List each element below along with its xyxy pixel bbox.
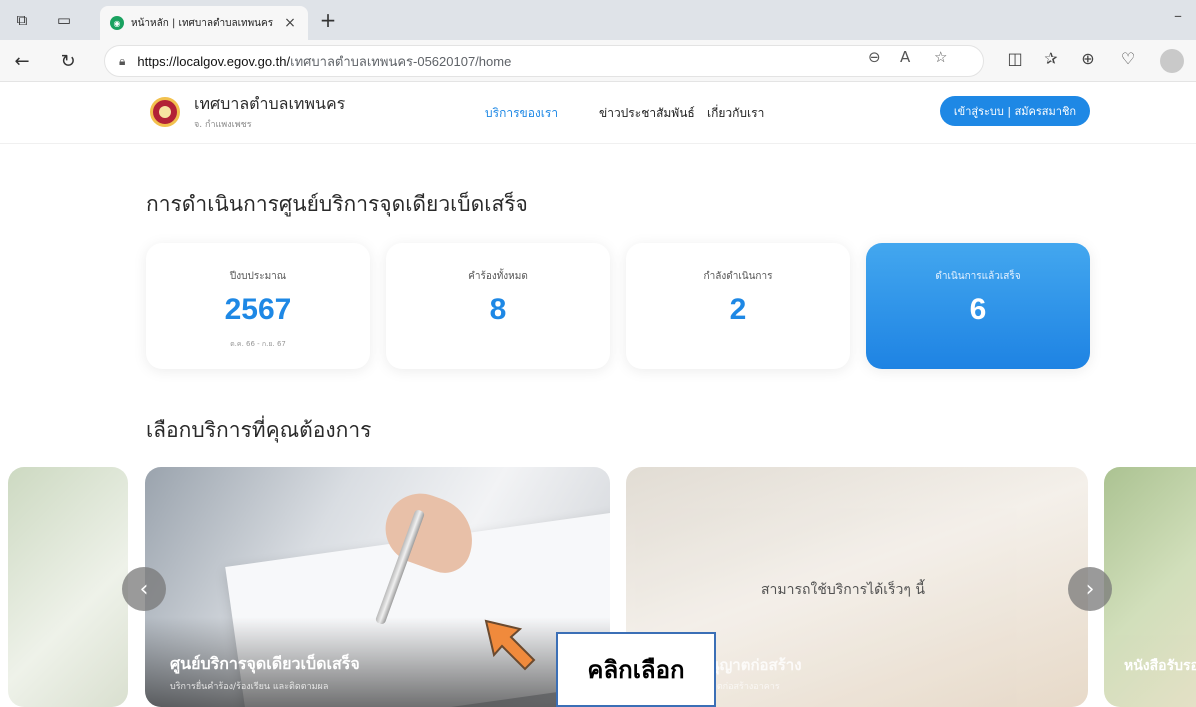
coming-soon-text: สามารถใช้บริการได้เร็วๆ นี้	[761, 582, 925, 598]
site-info-icon[interactable]: 🔒︎	[119, 54, 125, 69]
tab-actions-icon[interactable]: ▭	[52, 8, 76, 32]
carousel-next-button[interactable]: ›	[1068, 567, 1112, 611]
collections-icon[interactable]: ⊕	[1076, 49, 1100, 68]
browser-essentials-icon[interactable]: ♡	[1116, 49, 1140, 68]
stat-value: 6	[969, 293, 987, 326]
url-path: เทศบาลตำบลเทพนคร-05620107/home	[290, 53, 512, 69]
profile-avatar[interactable]	[1160, 49, 1184, 73]
site-header: เทศบาลตำบลเทพนคร จ. กำแพงเพชร บริการของเ…	[0, 82, 1196, 144]
site-province: จ. กำแพงเพชร	[194, 120, 252, 130]
browser-tab-bar: ⧉ ▭ ◉ หน้าหลัก | เทศบาลตำบลเทพนคร × + –	[0, 0, 1196, 40]
nav-about[interactable]: เกี่ยวกับเรา	[707, 104, 764, 123]
service-slide-one-stop[interactable]: ศูนย์บริการจุดเดียวเบ็ดเสร็จ บริการยื่นค…	[145, 467, 610, 707]
refresh-icon[interactable]: ↻	[56, 49, 80, 73]
stats-section-title: การดำเนินการศูนย์บริการจุดเดียวเบ็ดเสร็จ	[146, 192, 528, 216]
site-name[interactable]: เทศบาลตำบลเทพนคร	[194, 92, 345, 117]
back-icon[interactable]: ←	[10, 49, 34, 73]
slide-title: หนังสือรับรอง	[1124, 658, 1196, 674]
nav-services[interactable]: บริการของเรา	[485, 104, 558, 123]
browser-address-bar: ← ↻ 🔒︎ https://localgov.egov.go.th/เทศบา…	[0, 40, 1196, 82]
slide-subtitle: บริการยื่นคำร้อง/ร้องเรียน และติดตามผล	[170, 682, 329, 692]
url-input[interactable]: 🔒︎ https://localgov.egov.go.th/เทศบาลตำบ…	[104, 45, 984, 77]
stat-label: ปีงบประมาณ	[229, 271, 287, 282]
municipality-logo[interactable]	[150, 97, 180, 127]
click-select-callout: คลิกเลือก	[556, 632, 716, 707]
zoom-icon[interactable]: ⊖	[868, 48, 881, 66]
stat-card-total-requests: คำร้องทั้งหมด 8	[386, 243, 610, 369]
stat-subtext: ต.ค. 66 - ก.ย. 67	[230, 340, 286, 348]
tab-close-icon[interactable]: ×	[282, 15, 298, 31]
new-tab-icon[interactable]: +	[316, 8, 340, 32]
login-register-button[interactable]: เข้าสู่ระบบ | สมัครสมาชิก	[940, 96, 1090, 126]
services-section-title: เลือกบริการที่คุณต้องการ	[146, 418, 372, 442]
carousel-prev-button[interactable]: ‹	[122, 567, 166, 611]
nav-news[interactable]: ข่าวประชาสัมพันธ์	[599, 104, 695, 123]
minimize-icon[interactable]: –	[1174, 6, 1182, 25]
favorites-icon[interactable]: ✰	[1039, 49, 1063, 68]
site-favicon-icon: ◉	[110, 16, 124, 30]
split-screen-icon[interactable]: ◫	[1003, 49, 1027, 68]
url-host: https://localgov.egov.go.th/	[137, 53, 291, 69]
stat-value: 2567	[224, 293, 292, 326]
service-slide-previous[interactable]	[8, 467, 128, 707]
stat-label: ดำเนินการแล้วเสร็จ	[935, 271, 1021, 282]
slide-title: ศูนย์บริการจุดเดียวเบ็ดเสร็จ	[170, 654, 360, 673]
read-aloud-icon[interactable]: A	[900, 48, 910, 66]
pointer-arrow-icon	[484, 619, 536, 671]
stat-card-in-progress: กำลังดำเนินการ 2	[626, 243, 850, 369]
browser-tab-active[interactable]: ◉ หน้าหลัก | เทศบาลตำบลเทพนคร ×	[100, 6, 308, 40]
service-slide-next[interactable]: หนังสือรับรอง	[1104, 467, 1196, 707]
favorite-star-icon[interactable]: ☆	[934, 48, 947, 66]
stat-card-completed: ดำเนินการแล้วเสร็จ 6	[866, 243, 1090, 369]
tab-title: หน้าหลัก | เทศบาลตำบลเทพนคร	[131, 17, 274, 29]
stat-value: 2	[729, 293, 747, 326]
stat-label: คำร้องทั้งหมด	[468, 271, 528, 282]
stat-card-fiscal-year: ปีงบประมาณ 2567 ต.ค. 66 - ก.ย. 67	[146, 243, 370, 369]
workspaces-icon[interactable]: ⧉	[10, 8, 34, 32]
stat-value: 8	[489, 293, 507, 326]
stat-label: กำลังดำเนินการ	[703, 271, 773, 282]
